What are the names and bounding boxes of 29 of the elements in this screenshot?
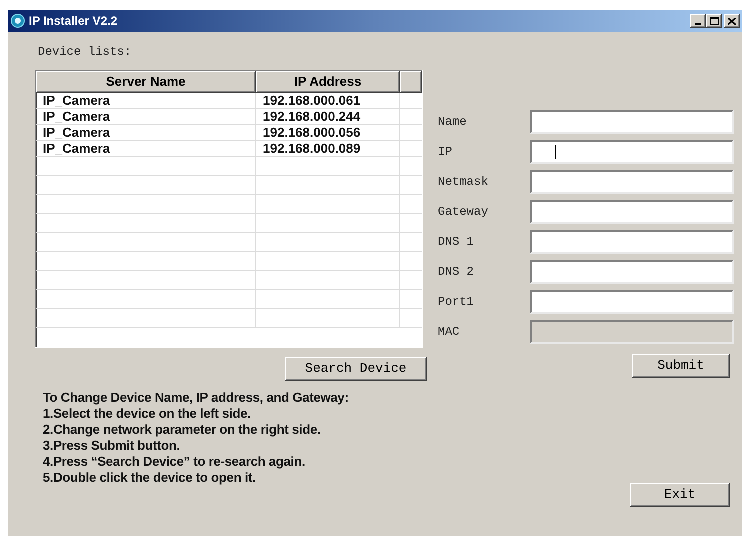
instruction-text: 4.Press “Search Device” to re-search again.: [43, 454, 306, 470]
instruction-text: 2.Change network parameter on the right side.: [43, 422, 322, 438]
table-cell: IP_Camera: [36, 109, 256, 124]
table-cell: 192.168.000.056: [256, 125, 400, 140]
search-device-button[interactable]: Search Device: [285, 357, 427, 381]
table-cell: 192.168.000.089: [256, 141, 400, 156]
device-list-label: Device lists:: [37, 44, 133, 61]
instruction-text: To Change Device Name, IP address, and Gateway:: [43, 390, 350, 406]
column-header[interactable]: IP Address: [256, 71, 400, 93]
instruction-text: 3.Press Submit button.: [43, 438, 182, 454]
submit-button[interactable]: Submit: [632, 354, 730, 378]
table-cell: IP_Camera: [36, 93, 256, 108]
field-label: MAC: [438, 324, 461, 341]
table-cell: IP_Camera: [36, 141, 256, 156]
field-label: Netmask: [438, 174, 490, 191]
table-cell: 192.168.000.244: [256, 109, 400, 124]
field-label: DNS 2: [438, 264, 476, 281]
field-label: DNS 1: [438, 234, 476, 251]
instruction-text: 5.Double click the device to open it.: [43, 470, 257, 486]
field-label: IP: [438, 144, 454, 161]
field-label: Gateway: [438, 204, 490, 221]
table-cell: IP_Camera: [36, 125, 256, 140]
instruction-text: 1.Select the device on the left side.: [43, 406, 252, 422]
column-header[interactable]: Server Name: [36, 71, 256, 93]
window-title: IP Installer V2.2: [29, 13, 118, 30]
table-cell: 192.168.000.061: [256, 93, 400, 108]
field-label: Name: [438, 114, 468, 131]
exit-button[interactable]: Exit: [630, 483, 730, 507]
field-label: Port1: [438, 294, 476, 311]
